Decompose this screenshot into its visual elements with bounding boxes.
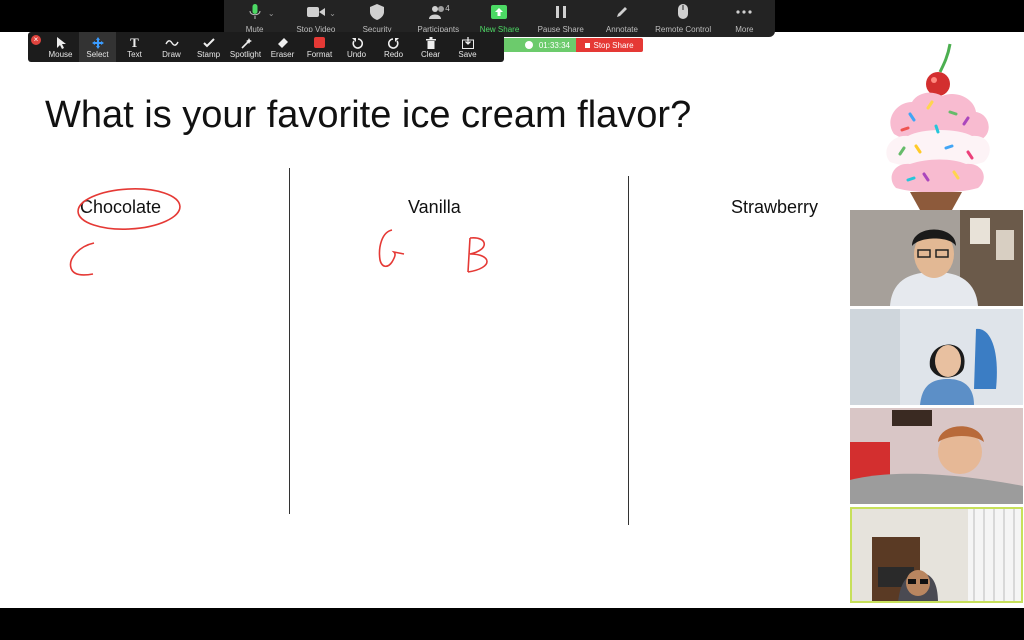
undo-tool[interactable]: Undo	[338, 32, 375, 62]
undo-tool-label: Undo	[346, 49, 367, 59]
share-screen-icon	[489, 4, 509, 20]
vanilla-mark-g	[378, 229, 405, 268]
select-tool[interactable]: Select	[79, 32, 116, 62]
mouse-tool[interactable]: Mouse	[42, 32, 79, 62]
share-timer-text: 01:33:34	[538, 40, 570, 50]
stop-icon	[585, 42, 591, 48]
video-options-chevron-icon[interactable]: ⌄	[329, 9, 336, 18]
save-tool-label: Save	[458, 49, 477, 59]
microphone-icon: ⌄	[245, 4, 275, 20]
redo-tool[interactable]: Redo	[375, 32, 412, 62]
squiggle-icon	[164, 36, 179, 50]
mouse-tool-label: Mouse	[48, 49, 73, 59]
select-tool-label: Select	[86, 49, 109, 59]
participants-count: 4	[445, 4, 450, 13]
participants-icon: 4	[428, 4, 450, 20]
remote-control-button[interactable]: Remote Control	[653, 0, 714, 37]
clear-tool-label: Clear	[420, 49, 441, 59]
annotation-toolbar: × Mouse Select T Text Draw Stamp Spotlig…	[28, 32, 504, 62]
close-annotation-icon[interactable]: ×	[31, 35, 41, 45]
annotate-button[interactable]: Annotate	[591, 0, 652, 37]
text-tool[interactable]: T Text	[116, 32, 153, 62]
pause-icon	[551, 4, 571, 20]
cursor-icon	[56, 36, 66, 50]
participant-video-2[interactable]	[850, 309, 1023, 405]
redo-tool-label: Redo	[383, 49, 404, 59]
pause-share-label: Pause Share	[537, 25, 584, 34]
shield-check-icon	[524, 41, 533, 49]
pause-share-button[interactable]: Pause Share	[530, 0, 591, 37]
redo-icon	[387, 36, 400, 50]
participant-3-video-frame	[850, 408, 1023, 504]
vanilla-mark-b	[467, 237, 488, 273]
participant-1-video-frame	[850, 210, 1023, 306]
participant-video-1[interactable]	[850, 210, 1023, 306]
stamp-tool[interactable]: Stamp	[190, 32, 227, 62]
pencil-icon	[612, 4, 632, 20]
more-label: More	[735, 25, 754, 34]
wand-icon	[240, 36, 252, 50]
save-icon	[461, 36, 474, 50]
ice-cream-illustration	[886, 43, 990, 210]
text-icon: T	[130, 34, 139, 50]
mute-options-chevron-icon[interactable]: ⌄	[268, 9, 275, 18]
participant-4-video-frame	[850, 507, 1023, 603]
clear-tool[interactable]: Clear	[412, 32, 449, 62]
undo-icon	[351, 36, 363, 50]
bottom-bar	[0, 608, 1024, 640]
more-button[interactable]: More	[714, 0, 775, 37]
participant-video-4[interactable]	[850, 507, 1023, 603]
text-tool-label: Text	[127, 49, 142, 59]
shield-icon	[367, 4, 387, 20]
chocolate-circle-annotation	[77, 188, 181, 230]
eraser-tool-label: Eraser	[270, 49, 295, 59]
trash-icon	[425, 36, 436, 50]
format-tool[interactable]: Format	[301, 32, 338, 62]
checkmark-icon	[202, 36, 215, 50]
format-tool-label: Format	[306, 49, 333, 59]
draw-tool-label: Draw	[162, 49, 181, 59]
stamp-tool-label: Stamp	[196, 49, 221, 59]
stop-share-button[interactable]: Stop Share	[576, 38, 643, 52]
color-swatch-icon	[314, 36, 325, 50]
participant-video-3[interactable]	[850, 408, 1023, 504]
save-tool[interactable]: Save	[449, 32, 486, 62]
mouse-icon	[673, 4, 693, 20]
share-timer: 01:33:34	[500, 38, 576, 52]
participant-2-video-frame	[850, 309, 1023, 405]
stop-share-label: Stop Share	[593, 40, 634, 50]
eraser-tool[interactable]: Eraser	[264, 32, 301, 62]
move-icon	[91, 36, 104, 50]
draw-tool[interactable]: Draw	[153, 32, 190, 62]
video-camera-icon: ⌄	[306, 4, 336, 20]
chocolate-mark-c	[69, 242, 95, 276]
spotlight-tool-label: Spotlight	[229, 49, 262, 59]
eraser-icon	[277, 36, 289, 50]
more-icon	[734, 4, 754, 20]
annotate-label: Annotate	[605, 25, 638, 34]
remote-control-label: Remote Control	[655, 25, 712, 34]
spotlight-tool[interactable]: Spotlight	[227, 32, 264, 62]
